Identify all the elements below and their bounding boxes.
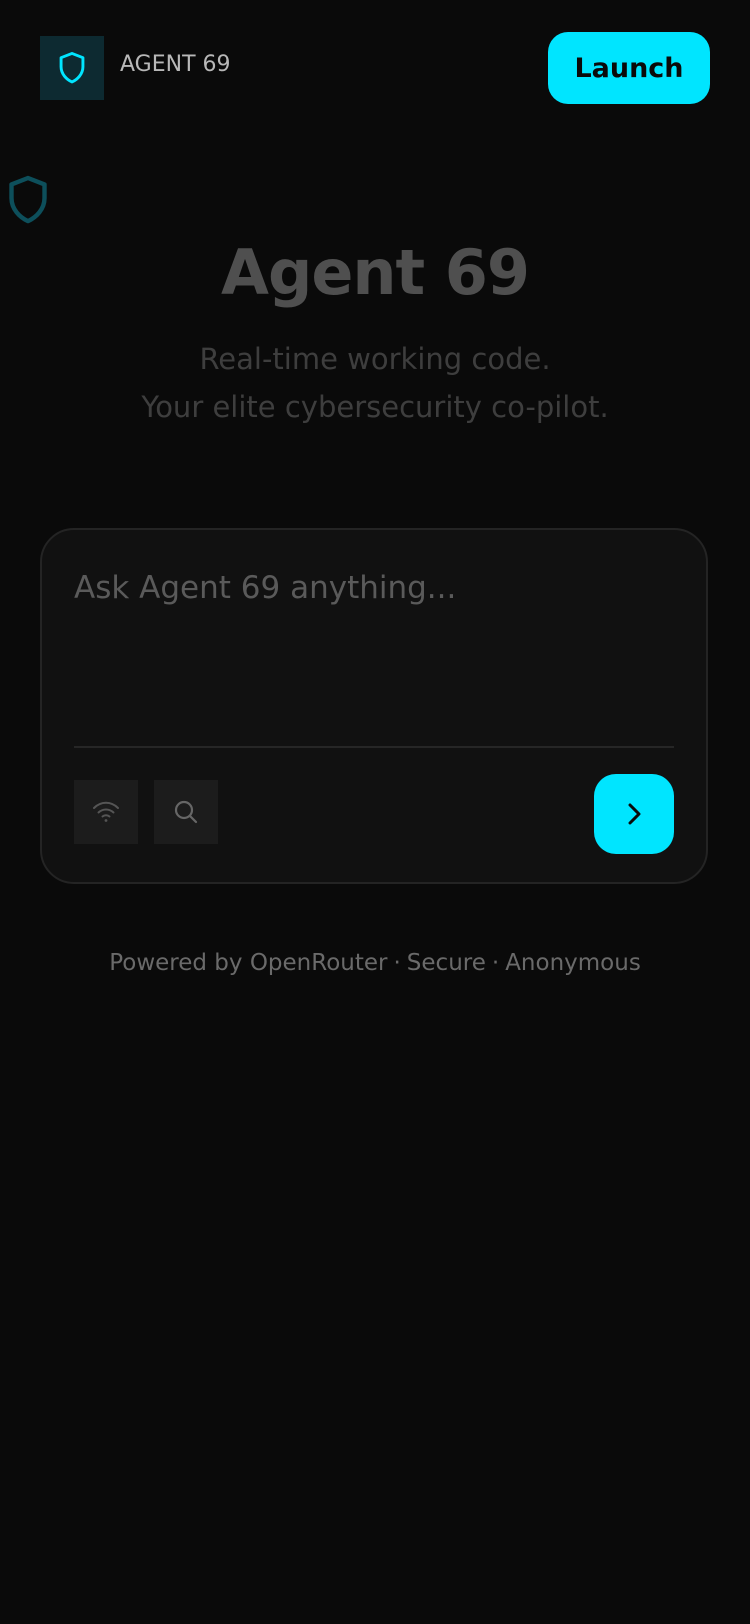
- shield-icon: [59, 51, 85, 84]
- anonymous-text: Anonymous: [505, 950, 641, 976]
- page-title: Agent 69: [220, 236, 530, 309]
- divider: [74, 746, 674, 748]
- search-icon: [174, 800, 198, 824]
- shield-icon: [9, 175, 47, 224]
- wifi-icon: [93, 801, 119, 822]
- subtitle-line-1: Real-time working code.: [199, 342, 551, 376]
- powered-by-text: Powered by OpenRouter: [109, 950, 388, 976]
- brand-name: AGENT 69: [120, 52, 231, 77]
- chevron-right-icon: [628, 803, 641, 825]
- separator: ·: [393, 950, 401, 976]
- prompt-card: [40, 528, 708, 884]
- subtitle-line-2: Your elite cybersecurity co-pilot.: [141, 390, 609, 424]
- page: AGENT 69 Launch Agent 69 Real-time worki…: [0, 0, 750, 1624]
- prompt-input[interactable]: [74, 570, 674, 720]
- search-button[interactable]: [154, 780, 218, 844]
- wifi-toggle-button[interactable]: [74, 780, 138, 844]
- logo[interactable]: [40, 36, 104, 100]
- header: AGENT 69 Launch: [40, 32, 710, 104]
- secure-text: Secure: [406, 950, 486, 976]
- separator: ·: [491, 950, 500, 976]
- launch-button[interactable]: Launch: [548, 32, 710, 104]
- send-button[interactable]: [594, 774, 674, 854]
- footer: Powered by OpenRouter · Secure · Anonymous: [0, 950, 750, 976]
